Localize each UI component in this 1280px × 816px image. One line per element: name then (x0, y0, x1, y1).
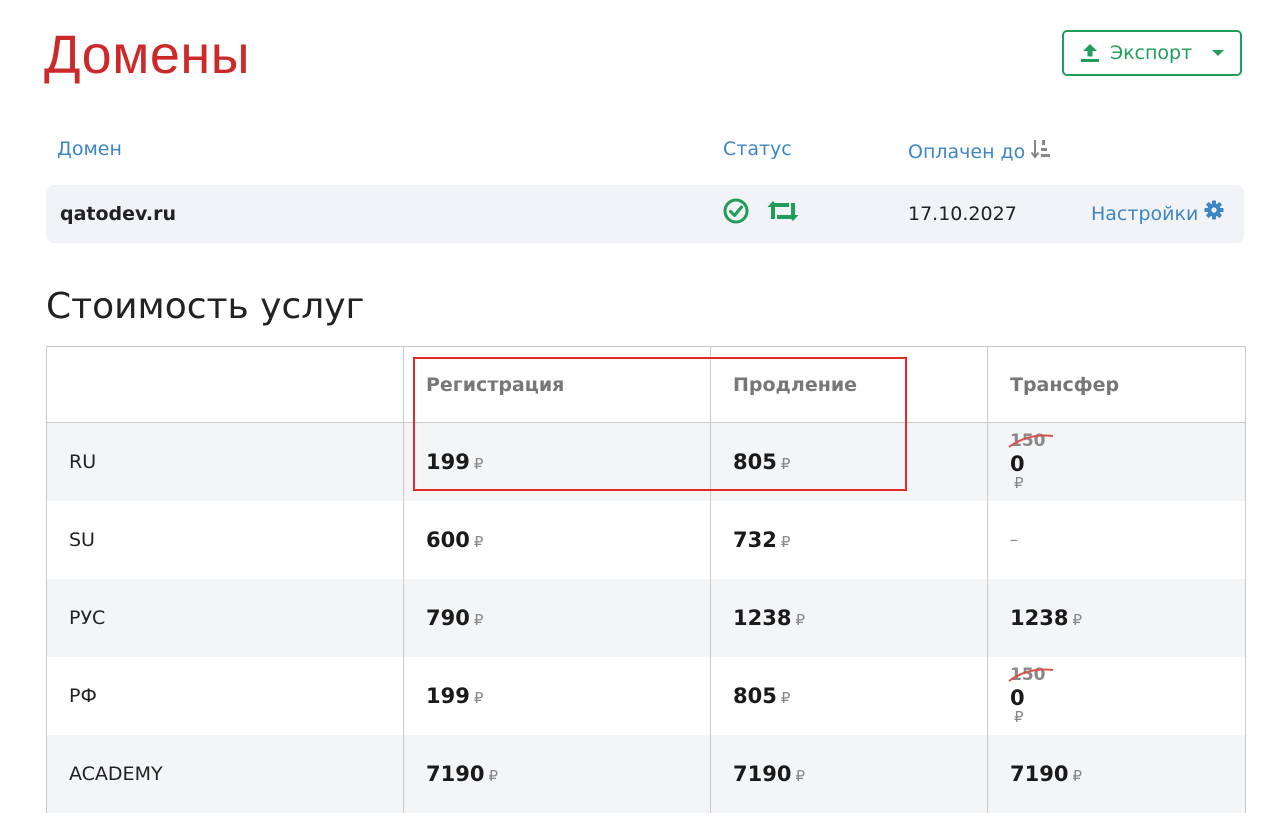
registration-price: 199 ₽ (403, 422, 711, 501)
price-value: 7190 (426, 761, 485, 786)
domain-row[interactable]: qatodev.ru 17.10.2027 Настройки (46, 185, 1244, 243)
rouble-sign: ₽ (1072, 766, 1082, 785)
status-icons (722, 197, 800, 229)
price-value: 1238 (733, 605, 792, 630)
pricing-header-registration: Регистрация (403, 346, 711, 423)
rouble-sign: ₽ (780, 532, 791, 551)
column-header-paid-until-label: Оплачен до (908, 140, 1026, 163)
price-value: 732 (733, 527, 777, 552)
export-button[interactable]: Экспорт (1062, 30, 1242, 76)
check-circle-icon (722, 197, 750, 229)
pricing-header-transfer: Трансфер (987, 346, 1246, 423)
pricing-header-zone (46, 346, 404, 423)
registration-price: 790 ₽ (403, 578, 711, 657)
strikethrough-icon (1008, 668, 1054, 682)
rouble-sign: ₽ (795, 610, 805, 629)
strikethrough-icon (1008, 434, 1054, 449)
pricing-header-renewal: Продление (710, 346, 988, 423)
transfer-price: – (987, 500, 1246, 579)
rouble-sign: ₽ (780, 454, 791, 473)
price-value: 7190 (733, 761, 792, 786)
export-button-label: Экспорт (1109, 42, 1193, 64)
registration-price: 199 ₽ (403, 656, 711, 735)
table-row: RU 199 ₽ 805 ₽ 150 0 ₽ (46, 422, 1246, 501)
registration-price: 7190 ₽ (403, 734, 711, 813)
price-value: 805 (733, 449, 777, 474)
price-value: 199 (426, 449, 470, 474)
rouble-sign: ₽ (1014, 708, 1024, 726)
rouble-sign: ₽ (488, 766, 498, 785)
renewal-price: 805 ₽ (710, 656, 988, 735)
rouble-sign: ₽ (1014, 474, 1024, 493)
rouble-sign: ₽ (473, 688, 484, 707)
price-value: 7190 (1010, 761, 1069, 786)
transfer-price: 150 0 ₽ (987, 422, 1246, 501)
table-row: РУС 790 ₽ 1238 ₽ 1238 ₽ (46, 578, 1246, 657)
pricing-table: Регистрация Продление Трансфер RU 199 ₽ 8… (46, 346, 1246, 813)
rouble-sign: ₽ (473, 454, 484, 473)
paid-until-date: 17.10.2027 (908, 203, 1017, 225)
price-value: 1238 (1010, 605, 1069, 630)
renewal-price: 732 ₽ (710, 500, 988, 579)
renewal-price: 7190 ₽ (710, 734, 988, 813)
pricing-header-row: Регистрация Продление Трансфер (46, 346, 1246, 423)
zone-name: РФ (46, 656, 404, 735)
transfer-price: 150 0 ₽ (987, 656, 1246, 735)
transfer-price: 1238 ₽ (987, 578, 1246, 657)
price-value: 600 (426, 527, 470, 552)
renewal-price: 1238 ₽ (710, 578, 988, 657)
column-header-status[interactable]: Статус (723, 138, 792, 160)
old-price: 150 (1008, 432, 1054, 450)
zone-name: РУС (46, 578, 404, 657)
price-value: 0 (1010, 452, 1025, 477)
gear-icon (1204, 185, 1224, 243)
old-price: 150 (1008, 666, 1054, 684)
price-value: 0 (1010, 686, 1025, 710)
column-header-domain[interactable]: Домен (57, 138, 122, 160)
rouble-sign: ₽ (1072, 610, 1082, 629)
registration-price: 600 ₽ (403, 500, 711, 579)
rouble-sign: ₽ (795, 766, 805, 785)
upload-icon (1080, 43, 1100, 63)
price-value: 199 (426, 683, 470, 708)
rouble-sign: ₽ (473, 610, 484, 629)
table-row: SU 600 ₽ 732 ₽ – (46, 500, 1246, 579)
price-value: 790 (426, 605, 470, 630)
retweet-icon (766, 199, 800, 227)
renewal-price: 805 ₽ (710, 422, 988, 501)
price-value: 805 (733, 683, 777, 708)
table-row: РФ 199 ₽ 805 ₽ 150 0 ₽ (46, 656, 1246, 735)
transfer-price: 7190 ₽ (987, 734, 1246, 813)
table-row: ACADEMY 7190 ₽ 7190 ₽ 7190 ₽ (46, 734, 1246, 813)
page-title: Домены (44, 25, 251, 85)
rouble-sign: ₽ (473, 532, 484, 551)
zone-name: ACADEMY (46, 734, 404, 813)
price-value: – (1010, 530, 1018, 549)
settings-link-label: Настройки (1091, 203, 1199, 225)
settings-link[interactable]: Настройки (1091, 185, 1224, 243)
column-header-paid-until[interactable]: Оплачен до (908, 138, 1051, 165)
rouble-sign: ₽ (780, 688, 791, 707)
zone-name: SU (46, 500, 404, 579)
caret-down-icon (1212, 49, 1225, 57)
pricing-title: Стоимость услуг (46, 286, 365, 327)
sort-numeric-icon (1031, 138, 1051, 165)
domain-name[interactable]: qatodev.ru (60, 185, 176, 243)
zone-name: RU (46, 422, 404, 501)
